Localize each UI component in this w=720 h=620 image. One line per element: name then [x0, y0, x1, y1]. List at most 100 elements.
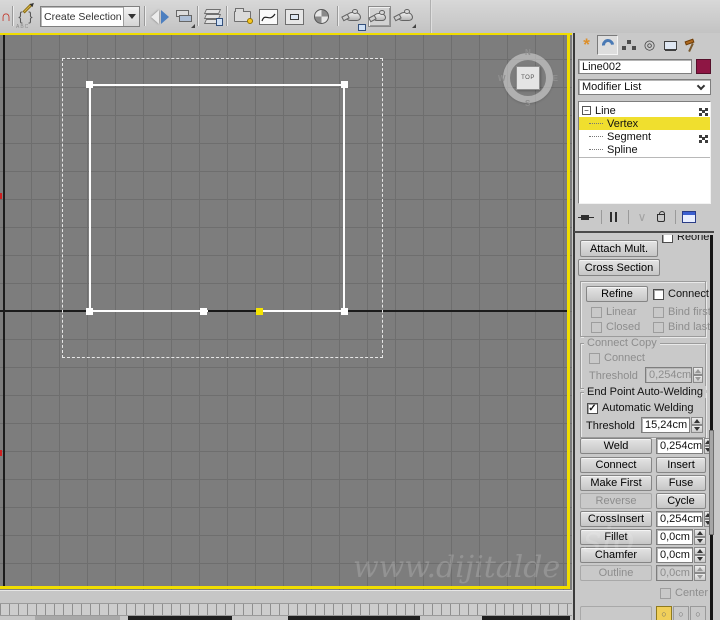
stack-separator — [579, 157, 710, 158]
vertex-bottom-left[interactable] — [86, 308, 93, 315]
schematic-view-icon[interactable] — [282, 4, 306, 29]
tab-utilities[interactable] — [681, 35, 702, 55]
pin-stack-icon[interactable] — [578, 209, 598, 225]
quick-render-icon[interactable] — [393, 4, 417, 29]
track-bar-ruler[interactable] — [0, 603, 572, 616]
material-editor-icon[interactable] — [309, 4, 333, 29]
chamfer-spinner[interactable]: 0,0cm — [656, 547, 706, 563]
reverse-button: Reverse — [580, 493, 652, 509]
reorient-checkbox[interactable]: Reorient — [662, 235, 710, 243]
cycle-button[interactable]: Cycle — [656, 493, 706, 509]
viewcube-north[interactable]: N — [525, 48, 531, 57]
tree-branch — [589, 123, 603, 124]
automatic-welding-checkbox[interactable]: ✓ Automatic Welding — [587, 402, 694, 414]
viewcube-south[interactable]: S — [525, 99, 530, 108]
combobox-arrow-button[interactable] — [123, 7, 139, 26]
weld-button[interactable]: Weld — [580, 438, 652, 454]
auto-weld-threshold-spinner[interactable]: 15,24cm — [641, 417, 703, 433]
tab-create[interactable]: * — [576, 35, 597, 55]
flyout-corner-icon — [412, 24, 416, 28]
attach-mult-button[interactable]: Attach Mult. — [580, 240, 658, 257]
object-color-swatch[interactable] — [696, 59, 711, 74]
connect-copy-threshold-label: Threshold — [589, 370, 638, 382]
linear-checkbox: Linear — [591, 306, 637, 318]
named-selection-sets-icon[interactable]: { } ABC — [14, 3, 38, 30]
fuse-button[interactable]: Fuse — [656, 475, 706, 491]
modifier-list-label: Modifier List — [582, 81, 642, 93]
spinner-down[interactable] — [694, 537, 706, 545]
chamfer-button[interactable]: Chamfer — [580, 547, 652, 563]
collapse-icon[interactable]: − — [582, 106, 591, 115]
panel-scrollbar-thumb[interactable] — [709, 430, 714, 535]
mirror-icon[interactable] — [148, 4, 172, 29]
stack-item-vertex[interactable]: Vertex — [579, 117, 710, 138]
spinner-up[interactable] — [694, 529, 706, 537]
weld-threshold-spinner[interactable]: 0,254cm — [656, 438, 710, 454]
refine-button[interactable]: Refine — [586, 286, 648, 302]
stack-item-segment[interactable]: Segment — [579, 130, 710, 143]
viewcube-west[interactable]: W — [498, 74, 506, 83]
vertex-selected[interactable] — [256, 308, 263, 315]
spinner-down[interactable] — [691, 425, 703, 433]
panel-scrollbar-track[interactable] — [710, 235, 713, 620]
statusbar-stub — [288, 616, 420, 620]
flyout-corner-icon — [191, 24, 195, 28]
spinner-down — [693, 375, 703, 383]
stack-item-spline[interactable]: Spline — [579, 143, 710, 156]
insert-button[interactable]: Insert — [656, 457, 706, 473]
stack-item-line[interactable]: − Line — [579, 104, 710, 117]
connect-button[interactable]: Connect — [580, 457, 652, 473]
cross-insert-button[interactable]: CrossInsert — [580, 511, 652, 527]
tab-hierarchy[interactable] — [618, 35, 639, 55]
spline-rectangle[interactable] — [89, 84, 345, 312]
toolbar-separator — [12, 6, 13, 26]
viewport-border-right — [567, 33, 570, 589]
cross-section-button[interactable]: Cross Section — [578, 259, 660, 276]
container-icon[interactable] — [230, 4, 254, 29]
boolean-subtract-icon[interactable]: ○ — [673, 606, 689, 620]
make-first-button[interactable]: Make First — [580, 475, 652, 491]
show-end-result-icon[interactable] — [605, 209, 625, 225]
remove-modifier-icon[interactable] — [652, 209, 672, 225]
viewport-top[interactable]: N S W E TOP — [0, 33, 572, 590]
connect-checkbox[interactable]: Connect — [653, 288, 709, 300]
layer-manager-icon[interactable] — [201, 4, 225, 29]
selection-set-combobox[interactable]: Create Selection Se — [40, 6, 140, 27]
connect-copy-checkbox: Connect — [589, 352, 645, 364]
tab-modify[interactable] — [597, 35, 618, 55]
render-setup-icon[interactable] — [341, 4, 366, 31]
spinner-down[interactable] — [694, 555, 706, 563]
object-name-field[interactable]: Line002 — [578, 59, 692, 74]
boolean-union-icon[interactable]: ○ — [656, 606, 672, 620]
fillet-spinner[interactable]: 0,0cm — [656, 529, 706, 545]
vertex-top-left[interactable] — [86, 81, 93, 88]
bind-last-checkbox: Bind last — [653, 321, 710, 333]
vertex-bottom-right[interactable] — [341, 308, 348, 315]
tab-display[interactable] — [660, 35, 681, 55]
bind-first-checkbox: Bind first — [653, 306, 710, 318]
lightbulb-icon — [246, 18, 253, 24]
spinner-up[interactable] — [694, 547, 706, 555]
modifier-list-dropdown[interactable]: Modifier List — [578, 79, 711, 95]
viewcube[interactable]: N S W E TOP — [498, 48, 558, 108]
boolean-intersect-icon[interactable]: ○ — [690, 606, 706, 620]
create-icon: * — [583, 35, 590, 54]
display-icon — [664, 40, 677, 50]
configure-modifier-sets-icon[interactable] — [679, 209, 699, 225]
tree-branch — [589, 136, 603, 137]
viewcube-top-face[interactable]: TOP — [516, 66, 540, 90]
viewcube-east[interactable]: E — [553, 74, 558, 83]
spinner-up — [693, 367, 703, 375]
vertex-bottom-mid[interactable] — [200, 308, 207, 315]
vertex-top-right[interactable] — [341, 81, 348, 88]
spinner-up — [694, 565, 706, 573]
spinner-up[interactable] — [691, 417, 703, 425]
cross-insert-spinner[interactable]: 0,254cm — [656, 511, 710, 527]
tab-motion[interactable]: ◎ — [639, 35, 660, 55]
fillet-button[interactable]: Fillet — [580, 529, 652, 545]
modify-icon — [599, 36, 616, 54]
curve-editor-icon[interactable] — [256, 4, 280, 29]
rendered-frame-window-icon[interactable] — [367, 4, 391, 29]
geometry-rollout: Reorient Attach Mult. Cross Section Refi… — [572, 235, 710, 620]
align-icon[interactable] — [172, 4, 196, 29]
